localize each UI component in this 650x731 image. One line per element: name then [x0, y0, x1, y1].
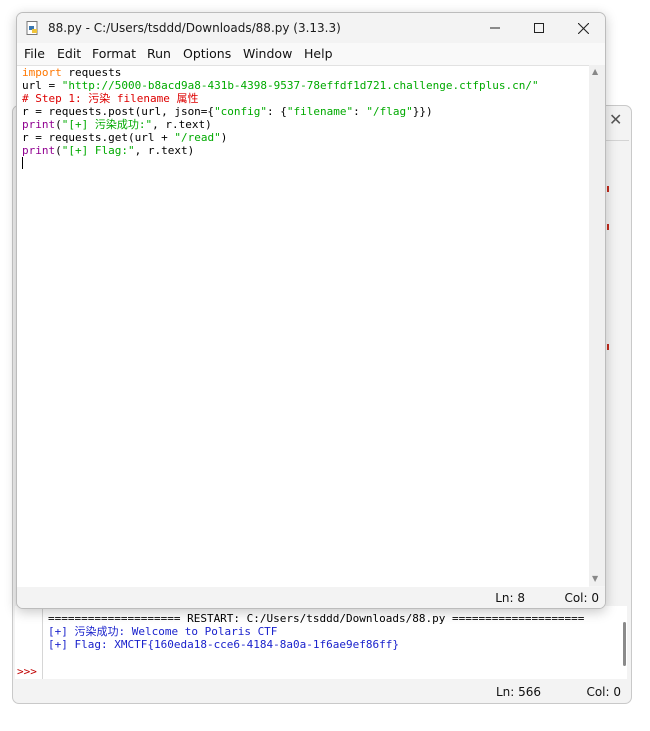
shell-output: ==================== RESTART: C:/Users/t…	[48, 612, 584, 651]
code-string: "config"	[214, 105, 268, 118]
shell-prompt-gutter: >>>	[15, 606, 43, 679]
editor-status-bar: Ln: 8 Col: 0	[17, 587, 605, 608]
editor-column-number: Col: 0	[564, 591, 599, 605]
menu-window[interactable]: Window	[243, 46, 292, 61]
editor-scrollbar[interactable]: ▲ ▼	[589, 65, 605, 586]
code-text: , r.text)	[152, 118, 212, 131]
text-cursor	[22, 157, 23, 169]
code-text: , r.text)	[134, 144, 195, 157]
shell-prompt: >>>	[17, 665, 37, 678]
menu-help[interactable]: Help	[304, 46, 333, 61]
code-builtin: print	[22, 144, 56, 157]
restart-line: ==================== RESTART: C:/Users/t…	[48, 612, 585, 625]
maximize-icon	[534, 23, 544, 33]
code-text: (	[55, 118, 62, 131]
source-code: import requests url = "http://5000-b8acd…	[22, 66, 539, 170]
code-string: "[+] 污染成功:"	[61, 118, 153, 131]
code-keyword: import	[22, 66, 62, 79]
shell-colored-mark	[607, 344, 609, 350]
minimize-icon	[490, 27, 500, 29]
menu-edit[interactable]: Edit	[57, 46, 81, 61]
code-text: : {	[267, 105, 287, 118]
shell-colored-mark	[607, 224, 609, 230]
code-text: }})	[412, 105, 433, 118]
menu-file[interactable]: File	[24, 46, 45, 61]
code-text: requests	[61, 66, 122, 79]
code-editor[interactable]: import requests url = "http://5000-b8acd…	[17, 65, 589, 587]
code-text: r = requests.post(url, json={	[22, 105, 215, 118]
editor-titlebar[interactable]: 88.py - C:/Users/tsddd/Downloads/88.py (…	[17, 13, 605, 43]
python-file-icon	[26, 21, 38, 35]
code-string: "http://5000-b8acd9a8-431b-4398-9537-78e…	[61, 79, 539, 92]
shell-menu-divider	[605, 140, 629, 141]
shell-status-bar: Ln: 566 Col: 0	[15, 681, 627, 701]
code-text: (	[55, 144, 62, 157]
code-comment: # Step 1: 污染 filename 属性	[22, 92, 199, 105]
code-string: "/flag"	[366, 105, 413, 118]
window-title: 88.py - C:/Users/tsddd/Downloads/88.py (…	[48, 21, 341, 35]
close-icon	[577, 22, 589, 34]
maximize-button[interactable]	[517, 13, 561, 43]
code-builtin: print	[22, 118, 56, 131]
minimize-button[interactable]	[473, 13, 517, 43]
close-button[interactable]	[561, 13, 605, 43]
scroll-up-icon[interactable]: ▲	[592, 67, 598, 76]
shell-column-number: Col: 0	[586, 685, 621, 699]
menu-run[interactable]: Run	[147, 46, 171, 61]
shell-output-line: [+] 污染成功: Welcome to Polaris CTF	[48, 625, 278, 638]
code-text: url =	[22, 79, 62, 92]
code-text: r = requests.get(url +	[22, 131, 175, 144]
menu-bar: File Edit Format Run Options Window Help	[17, 43, 605, 65]
shell-scrollbar[interactable]	[623, 622, 626, 666]
editor-window: 88.py - C:/Users/tsddd/Downloads/88.py (…	[16, 12, 606, 609]
menu-format[interactable]: Format	[92, 46, 136, 61]
code-string: "filename"	[286, 105, 354, 118]
code-text: )	[220, 131, 228, 144]
shell-text-area[interactable]: >>> ==================== RESTART: C:/Use…	[15, 606, 627, 679]
editor-line-number: Ln: 8	[495, 591, 525, 605]
shell-output-line: [+] Flag: XMCTF{160eda18-cce6-4184-8a0a-…	[48, 638, 399, 651]
shell-colored-mark	[607, 186, 609, 192]
code-string: "[+] Flag:"	[61, 144, 135, 157]
code-text: :	[353, 105, 367, 118]
scroll-down-icon[interactable]: ▼	[592, 574, 598, 583]
menu-options[interactable]: Options	[183, 46, 231, 61]
shell-line-number: Ln: 566	[495, 685, 541, 699]
shell-close-icon[interactable]: ✕	[609, 110, 622, 129]
code-string: "/read"	[174, 131, 221, 144]
